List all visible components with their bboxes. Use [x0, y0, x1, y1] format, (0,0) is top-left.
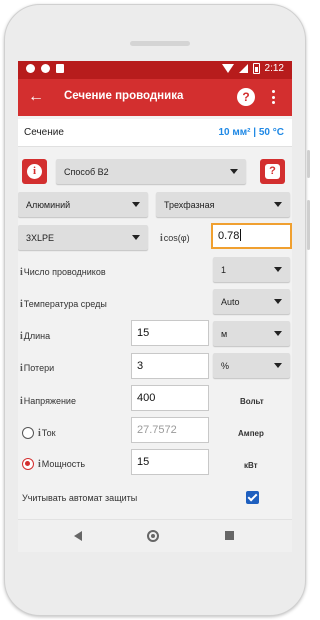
conductors-label[interactable]: iЧисло проводников	[20, 267, 106, 278]
conductors-value: 1	[221, 265, 227, 275]
chevron-down-icon	[230, 169, 238, 174]
insulation-dropdown[interactable]: 3XLPE	[18, 225, 148, 250]
result-value: 10 мм² | 50 °C	[218, 127, 284, 138]
length-label[interactable]: iДлина	[20, 331, 50, 342]
chevron-down-icon	[132, 202, 140, 207]
voltage-input[interactable]: 400	[131, 385, 209, 411]
current-radio[interactable]	[22, 427, 34, 439]
signal-icon	[238, 64, 248, 73]
more-options-icon[interactable]	[272, 90, 276, 104]
info-icon: i	[20, 331, 23, 342]
info-icon: i	[27, 164, 42, 179]
power-unit: кВт	[244, 461, 258, 470]
cos-label[interactable]: icos(φ)	[160, 233, 190, 244]
chevron-down-icon	[274, 363, 282, 368]
chevron-down-icon	[274, 267, 282, 272]
current-label[interactable]: iТок	[38, 428, 56, 439]
material-value: Алюминий	[26, 200, 71, 210]
power-label[interactable]: iМощность	[38, 459, 85, 470]
phase-dropdown[interactable]: Трехфазная	[156, 192, 290, 217]
chevron-down-icon	[274, 331, 282, 336]
battery-icon	[252, 63, 260, 74]
temperature-dropdown[interactable]: Auto	[213, 289, 290, 314]
losses-input[interactable]: 3	[131, 353, 209, 379]
current-input[interactable]: 27.7572	[131, 417, 209, 443]
help-icon[interactable]: ?	[237, 88, 255, 106]
length-unit-value: м	[221, 329, 228, 339]
app-bar: ← Сечение проводника ?	[18, 79, 292, 116]
insulation-value: 3XLPE	[26, 233, 55, 243]
power-radio[interactable]	[22, 458, 34, 470]
info-icon: i	[20, 267, 23, 278]
sd-card-icon	[56, 64, 64, 73]
chevron-down-icon	[274, 299, 282, 304]
chevron-down-icon	[274, 202, 282, 207]
result-label: Сечение	[24, 127, 64, 138]
phase-value: Трехфазная	[164, 200, 215, 210]
text-cursor	[240, 229, 242, 241]
material-dropdown[interactable]: Алюминий	[18, 192, 148, 217]
record-icon	[41, 64, 50, 73]
chevron-down-icon	[132, 235, 140, 240]
temperature-label[interactable]: iТемпература среды	[20, 299, 107, 310]
arrow-left-icon[interactable]: ←	[28, 88, 44, 106]
settings-icon	[26, 64, 35, 73]
navigation-bar	[18, 519, 292, 552]
info-icon: i	[20, 396, 23, 407]
length-input[interactable]: 15	[131, 320, 209, 346]
power-button	[307, 150, 310, 178]
method-help-button[interactable]: ?	[260, 159, 285, 184]
temperature-value: Auto	[221, 297, 240, 307]
conductors-dropdown[interactable]: 1	[213, 257, 290, 282]
nav-back-icon[interactable]	[74, 531, 82, 541]
losses-label[interactable]: iПотери	[20, 363, 54, 374]
power-input[interactable]: 15	[131, 449, 209, 475]
volume-button	[307, 200, 310, 250]
current-unit: Ампер	[238, 429, 264, 438]
clock: 2:12	[264, 63, 284, 74]
cos-input[interactable]: 0.78	[211, 223, 292, 249]
losses-unit-value: %	[221, 361, 230, 371]
speaker-grille	[130, 41, 190, 46]
nav-home-icon[interactable]	[147, 530, 159, 542]
losses-unit-dropdown[interactable]: %	[213, 353, 290, 378]
method-dropdown[interactable]: Способ В2	[56, 159, 246, 184]
page-title: Сечение проводника	[64, 90, 184, 102]
nav-recents-icon[interactable]	[225, 531, 234, 540]
info-icon: i	[38, 459, 41, 470]
method-value: Способ В2	[64, 167, 109, 177]
voltage-label[interactable]: iНапряжение	[20, 396, 76, 407]
voltage-unit: Вольт	[240, 397, 264, 406]
info-icon: i	[38, 428, 41, 439]
info-icon: i	[20, 299, 23, 310]
info-icon: i	[20, 363, 23, 374]
result-card: Сечение 10 мм² | 50 °C	[18, 119, 292, 147]
breaker-checkbox[interactable]	[246, 491, 259, 504]
breaker-label: Учитывать автомат защиты	[22, 493, 138, 503]
method-info-button[interactable]: i	[22, 159, 47, 184]
info-icon: i	[160, 233, 163, 244]
length-unit-dropdown[interactable]: м	[213, 321, 290, 346]
screen: 2:12 ← Сечение проводника ? Сечение 10 м…	[18, 61, 292, 552]
status-bar: 2:12	[18, 61, 292, 79]
wifi-icon	[221, 64, 234, 73]
help-icon: ?	[265, 164, 280, 179]
